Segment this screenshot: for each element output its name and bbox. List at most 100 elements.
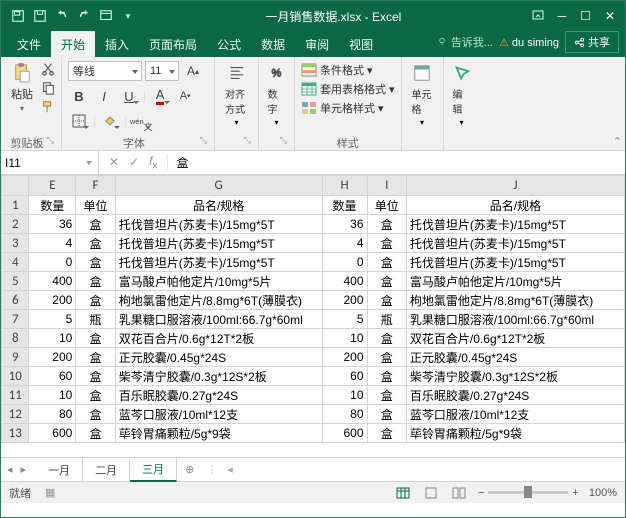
autosave-icon[interactable] bbox=[11, 9, 25, 23]
tab-formula[interactable]: 公式 bbox=[207, 31, 251, 57]
format-as-table-button[interactable]: 套用表格格式 ▾ bbox=[301, 80, 395, 98]
cell[interactable]: 荜铃胃痛颗粒/5g*9袋 bbox=[406, 424, 624, 443]
cell[interactable]: 双花百合片/0.6g*12T*2板 bbox=[406, 329, 624, 348]
cell[interactable]: 正元胶囊/0.45g*24S bbox=[115, 348, 322, 367]
cell[interactable]: 盒 bbox=[76, 424, 115, 443]
tab-review[interactable]: 审阅 bbox=[295, 31, 339, 57]
bold-button[interactable]: B bbox=[68, 85, 90, 107]
cell[interactable]: 4 bbox=[322, 234, 367, 253]
column-header[interactable]: G bbox=[115, 176, 322, 196]
tell-me[interactable]: 告诉我... bbox=[436, 34, 493, 50]
number-format-button[interactable]: %数字▾ bbox=[264, 60, 290, 129]
cell[interactable]: 百乐眠胶囊/0.27g*24S bbox=[115, 386, 322, 405]
zoom-out-icon[interactable]: − bbox=[478, 487, 484, 499]
cell[interactable]: 盒 bbox=[367, 348, 406, 367]
cell[interactable]: 枸地氯雷他定片/8.8mg*6T(薄膜衣) bbox=[115, 291, 322, 310]
maximize-button[interactable]: ☐ bbox=[580, 9, 591, 24]
cell[interactable]: 柴芩清宁胶囊/0.3g*12S*2板 bbox=[115, 367, 322, 386]
cell[interactable]: 双花百合片/0.6g*12T*2板 bbox=[115, 329, 322, 348]
row-header[interactable]: 13 bbox=[2, 424, 29, 443]
cell[interactable]: 0 bbox=[29, 253, 76, 272]
cell[interactable]: 0 bbox=[322, 253, 367, 272]
cell[interactable]: 盒 bbox=[76, 234, 115, 253]
cell[interactable]: 盒 bbox=[76, 367, 115, 386]
cell[interactable]: 400 bbox=[29, 272, 76, 291]
cell[interactable]: 正元胶囊/0.45g*24S bbox=[406, 348, 624, 367]
cell[interactable]: 盒 bbox=[367, 234, 406, 253]
row-header[interactable]: 5 bbox=[2, 272, 29, 291]
tab-file[interactable]: 文件 bbox=[7, 31, 51, 57]
sheet-nav-prev[interactable]: ◂ bbox=[7, 463, 13, 476]
row-header[interactable]: 3 bbox=[2, 234, 29, 253]
row-header[interactable]: 2 bbox=[2, 215, 29, 234]
fill-color-button[interactable] bbox=[99, 110, 121, 132]
column-header[interactable]: E bbox=[29, 176, 76, 196]
cell[interactable]: 盒 bbox=[367, 215, 406, 234]
cell[interactable]: 盒 bbox=[76, 348, 115, 367]
cell[interactable]: 富马酸卢帕他定片/10mg*5片 bbox=[406, 272, 624, 291]
cell[interactable]: 瓶 bbox=[367, 310, 406, 329]
cell[interactable]: 5 bbox=[322, 310, 367, 329]
cell[interactable]: 盒 bbox=[367, 329, 406, 348]
cell[interactable]: 托伐普坦片(苏麦卡)/15mg*5T bbox=[115, 215, 322, 234]
row-header[interactable]: 7 bbox=[2, 310, 29, 329]
redo-icon[interactable] bbox=[77, 9, 91, 23]
select-all-cell[interactable] bbox=[2, 176, 29, 196]
cell[interactable]: 盒 bbox=[76, 405, 115, 424]
conditional-formatting-button[interactable]: 条件格式 ▾ bbox=[301, 61, 395, 79]
row-header[interactable]: 11 bbox=[2, 386, 29, 405]
cell[interactable]: 200 bbox=[322, 291, 367, 310]
cell[interactable]: 托伐普坦片(苏麦卡)/15mg*5T bbox=[115, 253, 322, 272]
cut-button[interactable] bbox=[41, 62, 55, 79]
page-layout-view-icon[interactable] bbox=[422, 485, 440, 501]
zoom-in-icon[interactable]: + bbox=[572, 487, 578, 499]
tab-data[interactable]: 数据 bbox=[251, 31, 295, 57]
clipboard-dialog-launcher[interactable]: ⤡ bbox=[47, 135, 54, 146]
cell[interactable]: 10 bbox=[322, 386, 367, 405]
cell[interactable]: 蓝芩口服液/10ml*12支 bbox=[115, 405, 322, 424]
sheet-tab-2[interactable]: 二月 bbox=[83, 459, 130, 481]
cell[interactable]: 盒 bbox=[76, 291, 115, 310]
cell[interactable]: 60 bbox=[29, 367, 76, 386]
italic-button[interactable]: I bbox=[93, 85, 115, 107]
header-cell[interactable]: 品名/规格 bbox=[406, 196, 624, 215]
cell[interactable]: 托伐普坦片(苏麦卡)/15mg*5T bbox=[406, 215, 624, 234]
tab-view[interactable]: 视图 bbox=[339, 31, 383, 57]
cell[interactable]: 盒 bbox=[367, 386, 406, 405]
format-painter-button[interactable] bbox=[41, 100, 55, 117]
sheet-tab-3[interactable]: 三月 bbox=[130, 458, 177, 482]
header-cell[interactable]: 单位 bbox=[367, 196, 406, 215]
cell-styles-button[interactable]: 单元格样式 ▾ bbox=[301, 99, 395, 117]
column-header[interactable]: J bbox=[406, 176, 624, 196]
cell[interactable]: 盒 bbox=[76, 329, 115, 348]
cell[interactable]: 200 bbox=[29, 291, 76, 310]
cell[interactable]: 200 bbox=[29, 348, 76, 367]
tab-home[interactable]: 开始 bbox=[51, 31, 95, 57]
font-name-select[interactable]: 等线 bbox=[68, 61, 142, 81]
font-size-select[interactable]: 11 bbox=[145, 61, 179, 81]
decrease-font-icon[interactable]: A▾ bbox=[174, 85, 196, 107]
page-break-view-icon[interactable] bbox=[450, 485, 468, 501]
row-header[interactable]: 8 bbox=[2, 329, 29, 348]
new-sheet-button[interactable]: ⊕ bbox=[177, 463, 202, 476]
qat-addin-icon[interactable] bbox=[99, 9, 113, 23]
user-name[interactable]: ⚠ du siming bbox=[499, 36, 559, 49]
formula-input[interactable]: 盒 bbox=[168, 154, 196, 171]
cell[interactable]: 5 bbox=[29, 310, 76, 329]
cell[interactable]: 托伐普坦片(苏麦卡)/15mg*5T bbox=[406, 253, 624, 272]
share-button[interactable]: 共享 bbox=[565, 31, 619, 53]
cell[interactable]: 枸地氯雷他定片/8.8mg*6T(薄膜衣) bbox=[406, 291, 624, 310]
cell[interactable]: 托伐普坦片(苏麦卡)/15mg*5T bbox=[115, 234, 322, 253]
copy-button[interactable] bbox=[41, 81, 55, 98]
tab-insert[interactable]: 插入 bbox=[95, 31, 139, 57]
cell[interactable]: 柴芩清宁胶囊/0.3g*12S*2板 bbox=[406, 367, 624, 386]
close-button[interactable]: ✕ bbox=[605, 9, 615, 24]
cell[interactable]: 百乐眠胶囊/0.27g*24S bbox=[406, 386, 624, 405]
zoom-level[interactable]: 100% bbox=[589, 487, 617, 499]
cell[interactable]: 盒 bbox=[76, 272, 115, 291]
cell[interactable]: 盒 bbox=[76, 386, 115, 405]
cell[interactable]: 10 bbox=[29, 329, 76, 348]
cell[interactable]: 10 bbox=[322, 329, 367, 348]
header-cell[interactable]: 单位 bbox=[76, 196, 115, 215]
cell[interactable]: 蓝芩口服液/10ml*12支 bbox=[406, 405, 624, 424]
